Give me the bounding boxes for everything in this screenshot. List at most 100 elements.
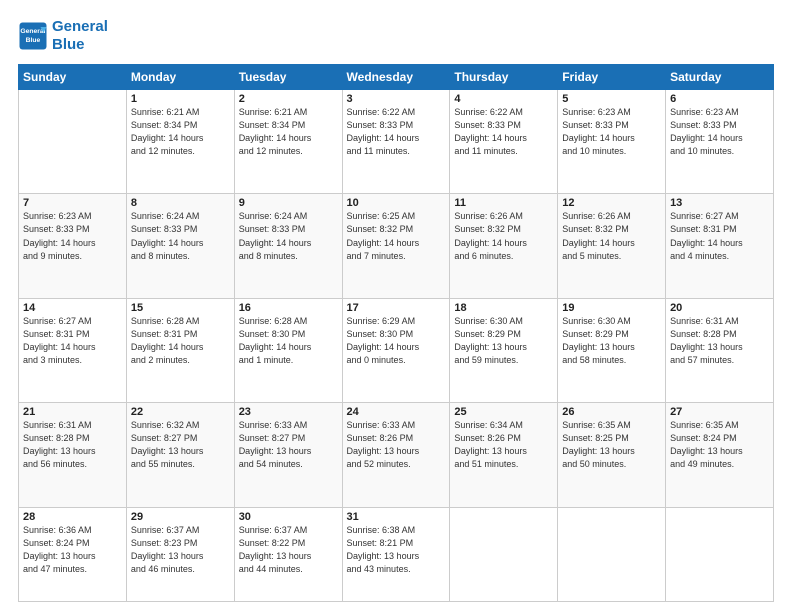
calendar-cell: 22Sunrise: 6:32 AM Sunset: 8:27 PM Dayli… [126,403,234,507]
calendar-cell: 21Sunrise: 6:31 AM Sunset: 8:28 PM Dayli… [19,403,127,507]
calendar-cell: 26Sunrise: 6:35 AM Sunset: 8:25 PM Dayli… [558,403,666,507]
day-number: 20 [670,302,769,314]
calendar-header-monday: Monday [126,65,234,90]
day-number: 3 [347,93,446,105]
day-number: 11 [454,197,553,209]
calendar-table: SundayMondayTuesdayWednesdayThursdayFrid… [18,64,774,602]
day-info: Sunrise: 6:24 AM Sunset: 8:33 PM Dayligh… [239,210,338,262]
day-info: Sunrise: 6:34 AM Sunset: 8:26 PM Dayligh… [454,419,553,471]
day-number: 22 [131,406,230,418]
calendar-cell: 18Sunrise: 6:30 AM Sunset: 8:29 PM Dayli… [450,298,558,402]
day-number: 25 [454,406,553,418]
page: General Blue GeneralBlue SundayMondayTue… [0,0,792,612]
logo: General Blue GeneralBlue [18,18,108,54]
day-info: Sunrise: 6:23 AM Sunset: 8:33 PM Dayligh… [23,210,122,262]
day-info: Sunrise: 6:38 AM Sunset: 8:21 PM Dayligh… [347,524,446,576]
calendar-cell: 29Sunrise: 6:37 AM Sunset: 8:23 PM Dayli… [126,507,234,601]
calendar-cell: 30Sunrise: 6:37 AM Sunset: 8:22 PM Dayli… [234,507,342,601]
calendar-cell: 5Sunrise: 6:23 AM Sunset: 8:33 PM Daylig… [558,90,666,194]
calendar-cell: 2Sunrise: 6:21 AM Sunset: 8:34 PM Daylig… [234,90,342,194]
day-number: 1 [131,93,230,105]
day-number: 10 [347,197,446,209]
day-number: 30 [239,511,338,523]
calendar-cell: 25Sunrise: 6:34 AM Sunset: 8:26 PM Dayli… [450,403,558,507]
calendar-cell: 13Sunrise: 6:27 AM Sunset: 8:31 PM Dayli… [666,194,774,298]
day-info: Sunrise: 6:29 AM Sunset: 8:30 PM Dayligh… [347,315,446,367]
calendar-cell [666,507,774,601]
calendar-header-thursday: Thursday [450,65,558,90]
calendar-cell: 15Sunrise: 6:28 AM Sunset: 8:31 PM Dayli… [126,298,234,402]
calendar-cell: 11Sunrise: 6:26 AM Sunset: 8:32 PM Dayli… [450,194,558,298]
calendar-cell: 28Sunrise: 6:36 AM Sunset: 8:24 PM Dayli… [19,507,127,601]
day-number: 12 [562,197,661,209]
day-info: Sunrise: 6:33 AM Sunset: 8:27 PM Dayligh… [239,419,338,471]
day-info: Sunrise: 6:28 AM Sunset: 8:31 PM Dayligh… [131,315,230,367]
calendar-cell: 1Sunrise: 6:21 AM Sunset: 8:34 PM Daylig… [126,90,234,194]
day-info: Sunrise: 6:24 AM Sunset: 8:33 PM Dayligh… [131,210,230,262]
day-number: 2 [239,93,338,105]
day-info: Sunrise: 6:31 AM Sunset: 8:28 PM Dayligh… [23,419,122,471]
day-number: 6 [670,93,769,105]
calendar-cell: 8Sunrise: 6:24 AM Sunset: 8:33 PM Daylig… [126,194,234,298]
day-number: 19 [562,302,661,314]
calendar-cell: 24Sunrise: 6:33 AM Sunset: 8:26 PM Dayli… [342,403,450,507]
day-number: 7 [23,197,122,209]
day-number: 21 [23,406,122,418]
calendar-header-wednesday: Wednesday [342,65,450,90]
day-info: Sunrise: 6:27 AM Sunset: 8:31 PM Dayligh… [670,210,769,262]
day-info: Sunrise: 6:21 AM Sunset: 8:34 PM Dayligh… [131,106,230,158]
calendar-header-friday: Friday [558,65,666,90]
day-info: Sunrise: 6:30 AM Sunset: 8:29 PM Dayligh… [454,315,553,367]
day-number: 4 [454,93,553,105]
svg-text:Blue: Blue [26,37,41,44]
day-number: 26 [562,406,661,418]
day-info: Sunrise: 6:23 AM Sunset: 8:33 PM Dayligh… [670,106,769,158]
header: General Blue GeneralBlue [18,18,774,54]
day-info: Sunrise: 6:22 AM Sunset: 8:33 PM Dayligh… [347,106,446,158]
calendar-cell: 6Sunrise: 6:23 AM Sunset: 8:33 PM Daylig… [666,90,774,194]
logo-icon: General Blue [18,21,48,51]
calendar-cell: 9Sunrise: 6:24 AM Sunset: 8:33 PM Daylig… [234,194,342,298]
calendar-cell: 16Sunrise: 6:28 AM Sunset: 8:30 PM Dayli… [234,298,342,402]
calendar-cell: 4Sunrise: 6:22 AM Sunset: 8:33 PM Daylig… [450,90,558,194]
day-number: 18 [454,302,553,314]
day-number: 16 [239,302,338,314]
day-info: Sunrise: 6:22 AM Sunset: 8:33 PM Dayligh… [454,106,553,158]
day-info: Sunrise: 6:25 AM Sunset: 8:32 PM Dayligh… [347,210,446,262]
day-number: 28 [23,511,122,523]
day-number: 14 [23,302,122,314]
day-number: 9 [239,197,338,209]
calendar-cell: 19Sunrise: 6:30 AM Sunset: 8:29 PM Dayli… [558,298,666,402]
day-info: Sunrise: 6:21 AM Sunset: 8:34 PM Dayligh… [239,106,338,158]
calendar-cell: 7Sunrise: 6:23 AM Sunset: 8:33 PM Daylig… [19,194,127,298]
calendar-cell [19,90,127,194]
calendar-cell: 20Sunrise: 6:31 AM Sunset: 8:28 PM Dayli… [666,298,774,402]
calendar-header-saturday: Saturday [666,65,774,90]
calendar-cell: 14Sunrise: 6:27 AM Sunset: 8:31 PM Dayli… [19,298,127,402]
day-info: Sunrise: 6:36 AM Sunset: 8:24 PM Dayligh… [23,524,122,576]
day-number: 5 [562,93,661,105]
calendar-cell: 27Sunrise: 6:35 AM Sunset: 8:24 PM Dayli… [666,403,774,507]
logo-text: GeneralBlue [52,18,108,54]
calendar-cell: 12Sunrise: 6:26 AM Sunset: 8:32 PM Dayli… [558,194,666,298]
day-info: Sunrise: 6:27 AM Sunset: 8:31 PM Dayligh… [23,315,122,367]
day-number: 23 [239,406,338,418]
day-info: Sunrise: 6:33 AM Sunset: 8:26 PM Dayligh… [347,419,446,471]
calendar-cell: 31Sunrise: 6:38 AM Sunset: 8:21 PM Dayli… [342,507,450,601]
day-number: 15 [131,302,230,314]
calendar-cell: 17Sunrise: 6:29 AM Sunset: 8:30 PM Dayli… [342,298,450,402]
day-info: Sunrise: 6:35 AM Sunset: 8:24 PM Dayligh… [670,419,769,471]
day-number: 27 [670,406,769,418]
day-info: Sunrise: 6:35 AM Sunset: 8:25 PM Dayligh… [562,419,661,471]
day-info: Sunrise: 6:23 AM Sunset: 8:33 PM Dayligh… [562,106,661,158]
day-info: Sunrise: 6:31 AM Sunset: 8:28 PM Dayligh… [670,315,769,367]
calendar-cell [450,507,558,601]
calendar-cell: 23Sunrise: 6:33 AM Sunset: 8:27 PM Dayli… [234,403,342,507]
calendar-cell: 3Sunrise: 6:22 AM Sunset: 8:33 PM Daylig… [342,90,450,194]
calendar-header-sunday: Sunday [19,65,127,90]
calendar-cell [558,507,666,601]
day-info: Sunrise: 6:32 AM Sunset: 8:27 PM Dayligh… [131,419,230,471]
day-info: Sunrise: 6:37 AM Sunset: 8:22 PM Dayligh… [239,524,338,576]
day-info: Sunrise: 6:28 AM Sunset: 8:30 PM Dayligh… [239,315,338,367]
day-info: Sunrise: 6:37 AM Sunset: 8:23 PM Dayligh… [131,524,230,576]
